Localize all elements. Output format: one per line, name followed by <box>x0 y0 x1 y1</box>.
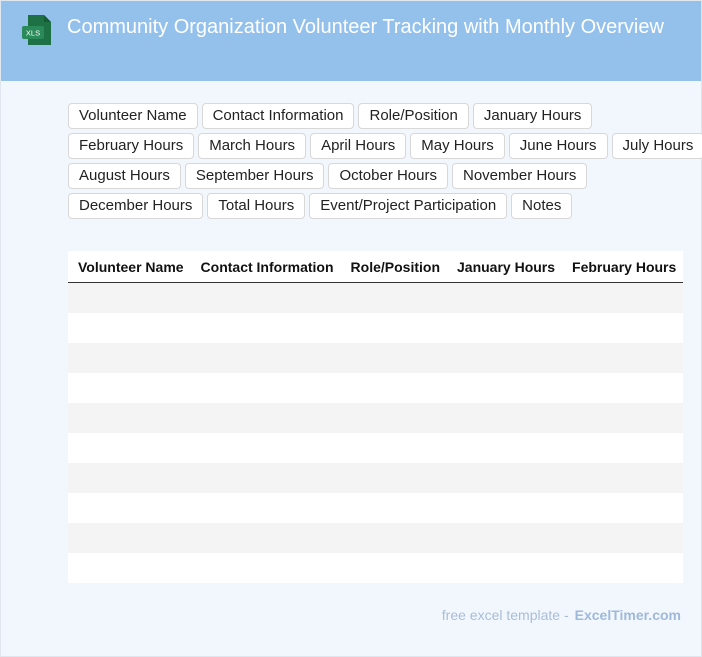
table-row <box>68 343 684 373</box>
field-tag: November Hours <box>452 163 588 189</box>
table-cell <box>340 433 447 463</box>
table-cell <box>190 403 341 433</box>
table-cell <box>340 313 447 343</box>
table-cell <box>68 403 191 433</box>
field-tag: July Hours <box>611 133 702 159</box>
table-cell <box>190 282 341 313</box>
table-row <box>68 403 684 433</box>
field-tag: April Hours <box>310 133 407 159</box>
table-cell <box>447 523 563 553</box>
table-row <box>68 433 684 463</box>
table-cell <box>447 493 563 523</box>
table-cell <box>68 313 191 343</box>
table-cell <box>190 433 341 463</box>
table-row <box>68 373 684 403</box>
table-cell <box>68 433 191 463</box>
field-tag: Notes <box>511 193 573 219</box>
table-cell <box>562 373 684 403</box>
table-cell <box>447 343 563 373</box>
field-tag: Contact Information <box>201 103 355 129</box>
table-cell <box>190 553 341 583</box>
field-tag: August Hours <box>68 163 181 189</box>
table-cell <box>190 373 341 403</box>
table-cell <box>68 463 191 493</box>
table-cell <box>562 553 684 583</box>
table-cell <box>340 463 447 493</box>
field-tag: June Hours <box>508 133 608 159</box>
table-cell <box>68 493 191 523</box>
field-tag: October Hours <box>328 163 448 189</box>
table-cell <box>562 493 684 523</box>
footer-brand-link[interactable]: ExcelTimer.com <box>575 607 681 623</box>
column-header: January Hours <box>447 251 563 283</box>
table-cell <box>562 463 684 493</box>
table-cell <box>340 523 447 553</box>
table-cell <box>190 343 341 373</box>
table-row <box>68 282 684 313</box>
field-tag: March Hours <box>198 133 307 159</box>
table-cell <box>340 493 447 523</box>
table-cell <box>340 403 447 433</box>
table-cell <box>562 343 684 373</box>
table-cell <box>190 523 341 553</box>
volunteer-table: Volunteer Name Contact Information Role/Po… <box>68 251 684 583</box>
column-header: February Hours <box>562 251 684 283</box>
column-header: Volunteer Name <box>68 251 191 283</box>
table-cell <box>447 403 563 433</box>
table-cell <box>447 553 563 583</box>
field-tag-row: Volunteer Name Contact Information Role/Po… <box>68 103 698 129</box>
table-cell <box>68 373 191 403</box>
table-row <box>68 463 684 493</box>
field-tag-row: August Hours September Hours October Hours… <box>68 163 698 189</box>
table-cell <box>68 343 191 373</box>
page-title: Community Organization Volunteer Trackin… <box>67 16 664 38</box>
table-cell <box>190 313 341 343</box>
column-header: Role/Position <box>340 251 447 283</box>
table-row <box>68 523 684 553</box>
field-tag: May Hours <box>410 133 505 159</box>
footer-credit: free excel template - ExcelTimer.com <box>442 607 681 623</box>
field-tag: December Hours <box>68 193 204 219</box>
table-cell <box>68 553 191 583</box>
table-cell <box>562 523 684 553</box>
table-cell <box>562 282 684 313</box>
table-cell <box>340 282 447 313</box>
table-cell <box>68 282 191 313</box>
table-cell <box>340 373 447 403</box>
field-tag: February Hours <box>68 133 195 159</box>
field-tag: Volunteer Name <box>68 103 198 129</box>
table-body <box>68 282 684 583</box>
field-tag-row: February Hours March Hours April Hours May … <box>68 133 702 159</box>
column-header: Contact Information <box>190 251 341 283</box>
table-header-row: Volunteer Name Contact Information Role/Po… <box>68 251 684 283</box>
field-tag: Role/Position <box>358 103 469 129</box>
table-row <box>68 493 684 523</box>
table-cell <box>562 313 684 343</box>
table-cell <box>562 433 684 463</box>
field-tag: September Hours <box>184 163 325 189</box>
field-tag: January Hours <box>472 103 593 129</box>
table-cell <box>562 403 684 433</box>
footer-prefix: free excel template - <box>441 607 569 623</box>
table-row <box>68 553 684 583</box>
table-row <box>68 313 684 343</box>
field-tag: Total Hours <box>207 193 306 219</box>
field-tag: Event/Project Participation <box>309 193 508 219</box>
table-cell <box>190 493 341 523</box>
table-cell <box>68 523 191 553</box>
table-cell <box>447 373 563 403</box>
table-cell <box>447 282 563 313</box>
table-cell <box>340 553 447 583</box>
table-cell <box>340 343 447 373</box>
table-cell <box>447 313 563 343</box>
field-tag-row: December Hours Total Hours Event/Project P… <box>68 193 698 219</box>
table-cell <box>447 433 563 463</box>
table-cell <box>190 463 341 493</box>
field-tag-list: Volunteer Name Contact Information Role/Po… <box>68 103 702 223</box>
table-cell <box>447 463 563 493</box>
